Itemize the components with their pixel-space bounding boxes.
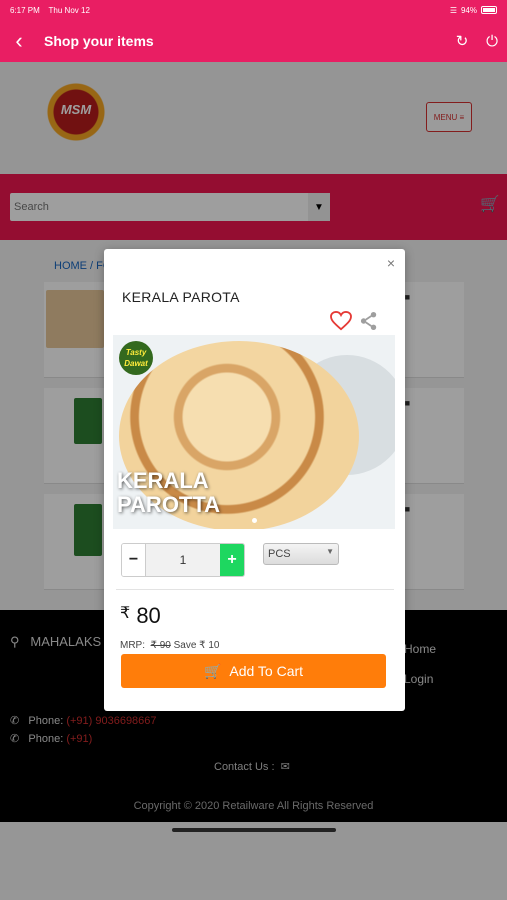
- tasty-dawat-badge: Tasty Dawat: [119, 341, 153, 375]
- mrp-value: ₹ 90: [150, 640, 171, 651]
- product-quickview-modal: × KERALA PAROTA Tasty Dawat KERALA PAROT…: [104, 249, 405, 711]
- close-icon[interactable]: ×: [387, 255, 395, 271]
- battery-icon: [481, 6, 497, 14]
- product-image[interactable]: Tasty Dawat KERALA PAROTTA: [113, 335, 395, 529]
- image-caption: KERALA PAROTTA: [117, 469, 220, 517]
- status-date: Thu Nov 12: [48, 5, 90, 15]
- home-indicator[interactable]: [172, 828, 336, 832]
- add-to-cart-label: Add To Cart: [229, 663, 304, 679]
- product-name: KERALA PAROTA: [122, 289, 240, 305]
- carousel-dot[interactable]: [252, 518, 257, 523]
- image-caption-line2: PAROTTA: [117, 492, 221, 517]
- mrp-label: MRP:: [120, 640, 145, 651]
- save-text: Save ₹ 10: [173, 640, 220, 651]
- price: ₹ 80: [120, 603, 161, 629]
- divider: [116, 589, 394, 590]
- chevron-down-icon: ▼: [326, 547, 334, 556]
- status-bar: 6:17 PM Thu Nov 12 ☰ 94%: [0, 0, 507, 20]
- status-time: 6:17 PM: [10, 5, 40, 15]
- mrp-line: MRP: ₹ 90 Save ₹ 10: [120, 640, 219, 651]
- wifi-icon: ☰: [449, 5, 457, 15]
- unit-select[interactable]: PCS ▼: [263, 543, 339, 565]
- quantity-stepper: − 1 +: [121, 543, 245, 577]
- add-to-cart-button[interactable]: 🛒 Add To Cart: [121, 654, 386, 688]
- share-icon[interactable]: [360, 311, 378, 331]
- cart-icon: 🛒: [203, 662, 222, 679]
- increment-button[interactable]: +: [220, 544, 244, 576]
- power-icon[interactable]: ⏻: [477, 33, 507, 50]
- battery-level: 94%: [460, 5, 477, 15]
- price-value: 80: [136, 603, 161, 628]
- back-icon[interactable]: ‹: [0, 20, 38, 62]
- currency-symbol: ₹: [120, 605, 131, 622]
- app-bar-title: Shop your items: [44, 33, 154, 49]
- quantity-value[interactable]: 1: [146, 544, 220, 576]
- refresh-icon[interactable]: ↻: [447, 32, 477, 50]
- image-caption-line1: KERALA: [117, 468, 209, 493]
- decrement-button[interactable]: −: [122, 544, 146, 576]
- app-bar: ‹ Shop your items ↻ ⏻: [0, 20, 507, 62]
- unit-selected: PCS: [268, 548, 291, 560]
- heart-icon[interactable]: [330, 311, 352, 331]
